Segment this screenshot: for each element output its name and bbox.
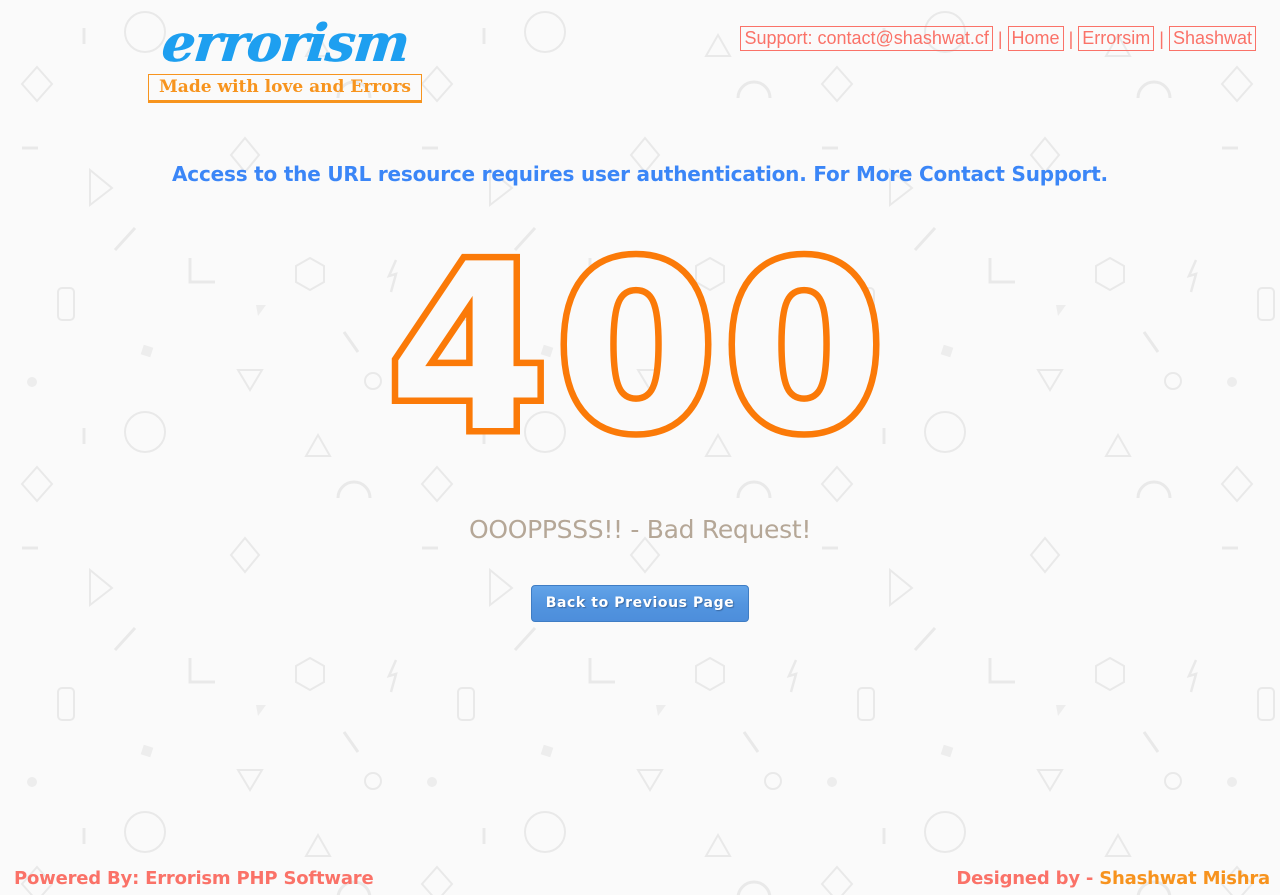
brand-tagline: Made with love and Errors (147, 74, 422, 103)
footer-designed-by-prefix: Designed by - (956, 868, 1100, 889)
back-button-container: Back to Previous Page (0, 585, 1280, 622)
nav-separator: | (1068, 28, 1074, 49)
nav-separator: | (1159, 28, 1164, 49)
error-page: errorism Made with love and Errors Suppo… (0, 0, 1280, 895)
nav-separator: | (997, 28, 1003, 49)
footer-designed-by: Designed by - Shashwat Mishra (956, 868, 1270, 889)
site-logo: errorism Made with love and Errors (140, 13, 430, 103)
footer-author-name: Shashwat Mishra (1099, 868, 1270, 889)
top-navigation: Support: contact@shashwat.cf | Home | Er… (740, 26, 1256, 51)
brand-wordmark: errorism (158, 13, 412, 74)
footer-powered-by: Powered By: Errorism PHP Software (14, 868, 374, 889)
nav-link-home[interactable]: Home (1007, 26, 1064, 51)
nav-link-errorsim[interactable]: Errorsim (1078, 26, 1155, 51)
nav-link-shashwat[interactable]: Shashwat (1168, 26, 1256, 51)
error-subtitle: OOOPPSSS!! - Bad Request! (468, 515, 812, 544)
nav-link-support-email[interactable]: Support: contact@shashwat.cf (740, 26, 993, 51)
back-to-previous-page-button[interactable]: Back to Previous Page (530, 585, 750, 622)
error-message: Access to the URL resource requires user… (172, 162, 1108, 186)
error-code: 400 (381, 216, 893, 483)
